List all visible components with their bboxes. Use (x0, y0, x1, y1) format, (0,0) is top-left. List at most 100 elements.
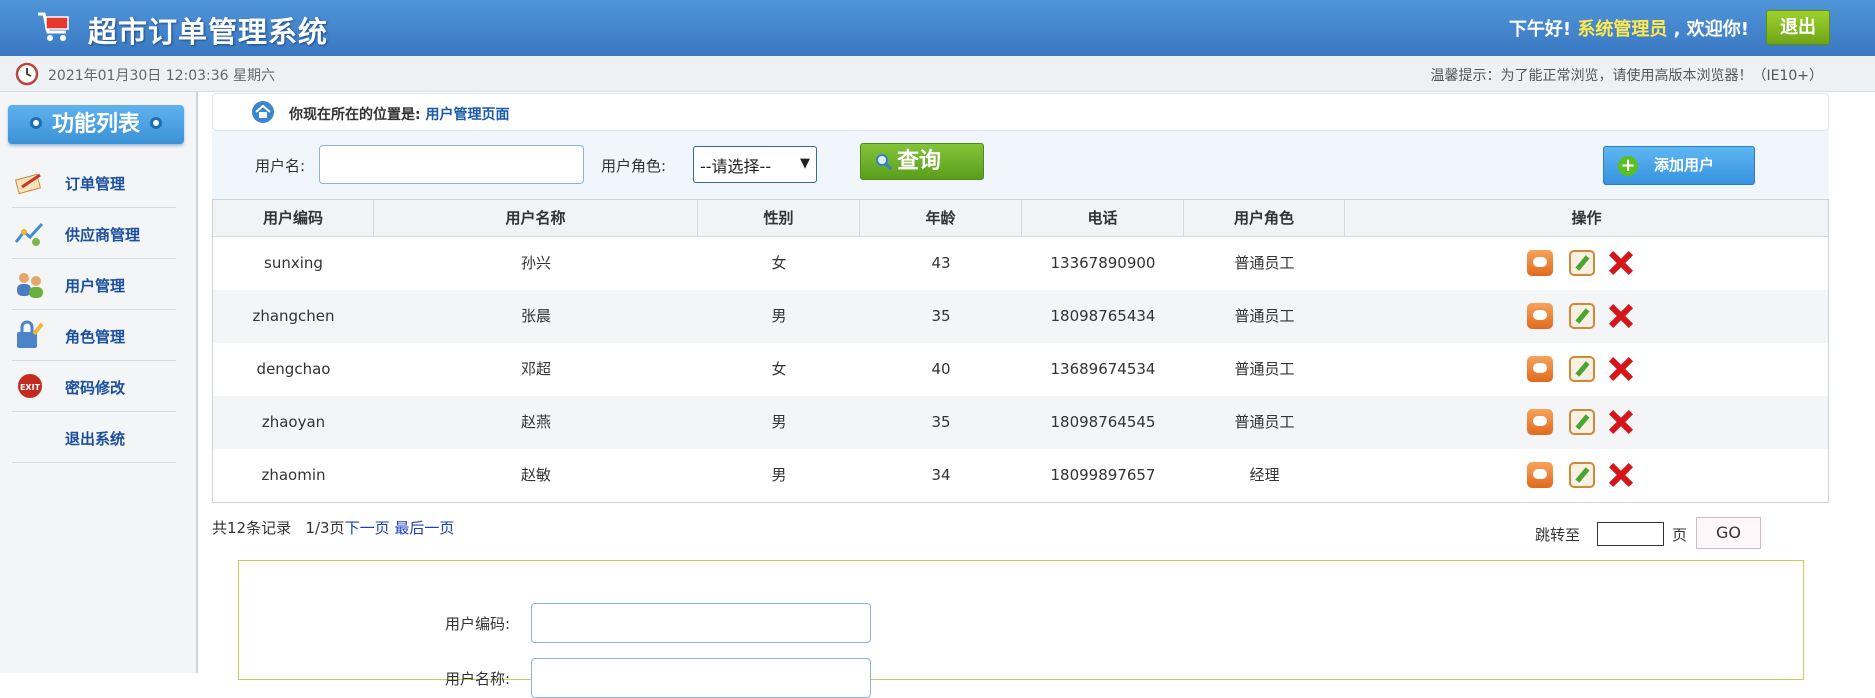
view-icon[interactable] (1527, 409, 1553, 435)
cell-gender: 男 (771, 307, 787, 325)
query-button[interactable]: 查询 (860, 143, 984, 180)
delete-icon[interactable] (1607, 303, 1633, 329)
cell-phone: 18098765434 (1050, 307, 1156, 325)
svg-text:EXIT: EXIT (20, 383, 41, 392)
view-icon[interactable] (1527, 356, 1553, 382)
username-search-input[interactable] (319, 145, 584, 184)
user-form: 用户编码: 用户名称: (238, 560, 1804, 698)
greeting-prefix: 下午好! (1508, 19, 1572, 40)
table-header: 用户编码 用户名称 性别 年龄 电话 用户角色 操作 (213, 200, 1828, 237)
sidebar-item-orders[interactable]: 订单管理 (12, 157, 176, 208)
sidebar-nav: 订单管理 供应商管理 用户管理 角色管理 EXIT 密码修改 退出系统 (12, 157, 176, 463)
column-header: 操作 (1571, 209, 1602, 227)
cell-actions (1345, 449, 1828, 502)
cell-phone: 13689674534 (1050, 360, 1156, 378)
role-icon (17, 320, 44, 348)
chevron-down-icon: ▼ (800, 156, 810, 171)
breadcrumb-text: 你现在所在的位置是: 用户管理页面 (289, 104, 509, 124)
users-icon (17, 273, 43, 298)
cell-user-name: 孙兴 (520, 254, 551, 272)
delete-icon[interactable] (1607, 409, 1633, 435)
title-dot-right (150, 117, 162, 129)
cell-gender: 女 (771, 360, 787, 378)
table-row: dengchao 邓超 女 40 13689674534 普通员工 (213, 343, 1828, 396)
function-list-title: 功能列表 (8, 105, 184, 144)
view-icon[interactable] (1527, 250, 1553, 276)
sidebar-item-password[interactable]: EXIT 密码修改 (12, 361, 176, 412)
cell-age: 35 (931, 413, 951, 431)
delete-icon[interactable] (1607, 356, 1633, 382)
order-icon (14, 173, 42, 195)
breadcrumb-prefix: 你现在所在的位置是: (289, 107, 421, 123)
cell-age: 35 (931, 307, 951, 325)
table-row: zhaoyan 赵燕 男 35 18098764545 普通员工 (213, 396, 1828, 449)
edit-icon[interactable] (1569, 409, 1595, 435)
role-select-value: --请选择-- (700, 157, 772, 176)
cell-user-code: zhaoyan (261, 413, 326, 431)
sidebar-item-logout[interactable]: 退出系统 (12, 412, 176, 463)
search-icon (876, 154, 893, 171)
column-header: 电话 (1022, 200, 1184, 236)
cell-user-code: zhangchen (252, 307, 335, 325)
sidebar-item-roles[interactable]: 角色管理 (12, 310, 176, 361)
add-user-label: 添加用户 (1654, 156, 1715, 174)
go-button[interactable]: GO (1696, 517, 1761, 549)
table-row: zhaomin 赵敏 男 34 18099897657 经理 (213, 449, 1828, 502)
page-jump-input[interactable] (1597, 522, 1664, 546)
cell-actions (1345, 290, 1828, 343)
edit-icon[interactable] (1569, 250, 1595, 276)
view-icon[interactable] (1527, 303, 1553, 329)
cell-phone: 18098764545 (1050, 413, 1156, 431)
breadcrumb-current: 用户管理页面 (425, 107, 510, 123)
last-page-link[interactable]: 最后一页 (394, 519, 454, 537)
cell-user-name: 赵敏 (520, 466, 551, 484)
home-icon (252, 101, 274, 123)
column-header: 性别 (698, 200, 860, 236)
user-name-label: 用户名称: (445, 670, 511, 688)
user-code-input[interactable] (531, 603, 871, 643)
page-unit-label: 页 (1672, 526, 1688, 544)
column-header: 用户编码 (213, 200, 374, 236)
search-panel: 用户名: 用户角色: --请选择-- ▼ 查询 + 添加用户 (212, 131, 1829, 199)
column-header: 用户角色 (1184, 200, 1345, 236)
delete-icon[interactable] (1607, 462, 1633, 488)
app-title: 超市订单管理系统 (88, 15, 329, 49)
cell-actions (1345, 237, 1828, 290)
cell-gender: 男 (771, 466, 787, 484)
sidebar-item-users[interactable]: 用户管理 (12, 259, 176, 310)
logout-button[interactable]: 退出 (1766, 10, 1830, 45)
column-header: 用户名称 (374, 200, 698, 236)
edit-icon[interactable] (1569, 303, 1595, 329)
sidebar-item-label: 订单管理 (65, 175, 126, 193)
edit-icon[interactable] (1569, 356, 1595, 382)
cell-user-code: sunxing (264, 254, 323, 272)
edit-icon[interactable] (1569, 462, 1595, 488)
add-user-button[interactable]: + 添加用户 (1603, 146, 1755, 185)
username-label: 用户名: (255, 157, 306, 175)
sidebar-item-suppliers[interactable]: 供应商管理 (12, 208, 176, 259)
info-bar: 2021年01月30日 12:03:36 星期六 温馨提示：为了能正常浏览，请使… (0, 56, 1875, 92)
column-header: 年龄 (860, 200, 1022, 236)
sidebar-item-label: 用户管理 (65, 277, 126, 295)
next-page-link[interactable]: 下一页 (345, 519, 390, 537)
user-code-label: 用户编码: (445, 615, 511, 633)
cell-user-name: 赵燕 (520, 413, 551, 431)
users-table: 用户编码 用户名称 性别 年龄 电话 用户角色 操作 sunxing 孙兴 女 … (212, 199, 1829, 503)
current-username: 系统管理员 (1577, 19, 1668, 40)
exit-icon: EXIT (18, 374, 42, 398)
cell-gender: 男 (771, 413, 787, 431)
cell-phone: 18099897657 (1050, 466, 1156, 484)
clock-icon (15, 62, 39, 86)
cell-age: 43 (931, 254, 951, 272)
user-name-input[interactable] (531, 658, 871, 698)
role-select[interactable]: --请选择-- ▼ (693, 146, 817, 183)
cell-actions (1345, 343, 1828, 396)
cell-gender: 女 (771, 254, 787, 272)
browser-tip: 温馨提示：为了能正常浏览，请使用高版本浏览器！（IE10+） (1430, 68, 1823, 84)
view-icon[interactable] (1527, 462, 1553, 488)
delete-icon[interactable] (1607, 250, 1633, 276)
role-label: 用户角色: (601, 157, 667, 175)
cell-phone: 13367890900 (1050, 254, 1156, 272)
greeting-suffix: , 欢迎你! (1673, 19, 1749, 40)
sidebar-item-label: 密码修改 (65, 379, 126, 397)
